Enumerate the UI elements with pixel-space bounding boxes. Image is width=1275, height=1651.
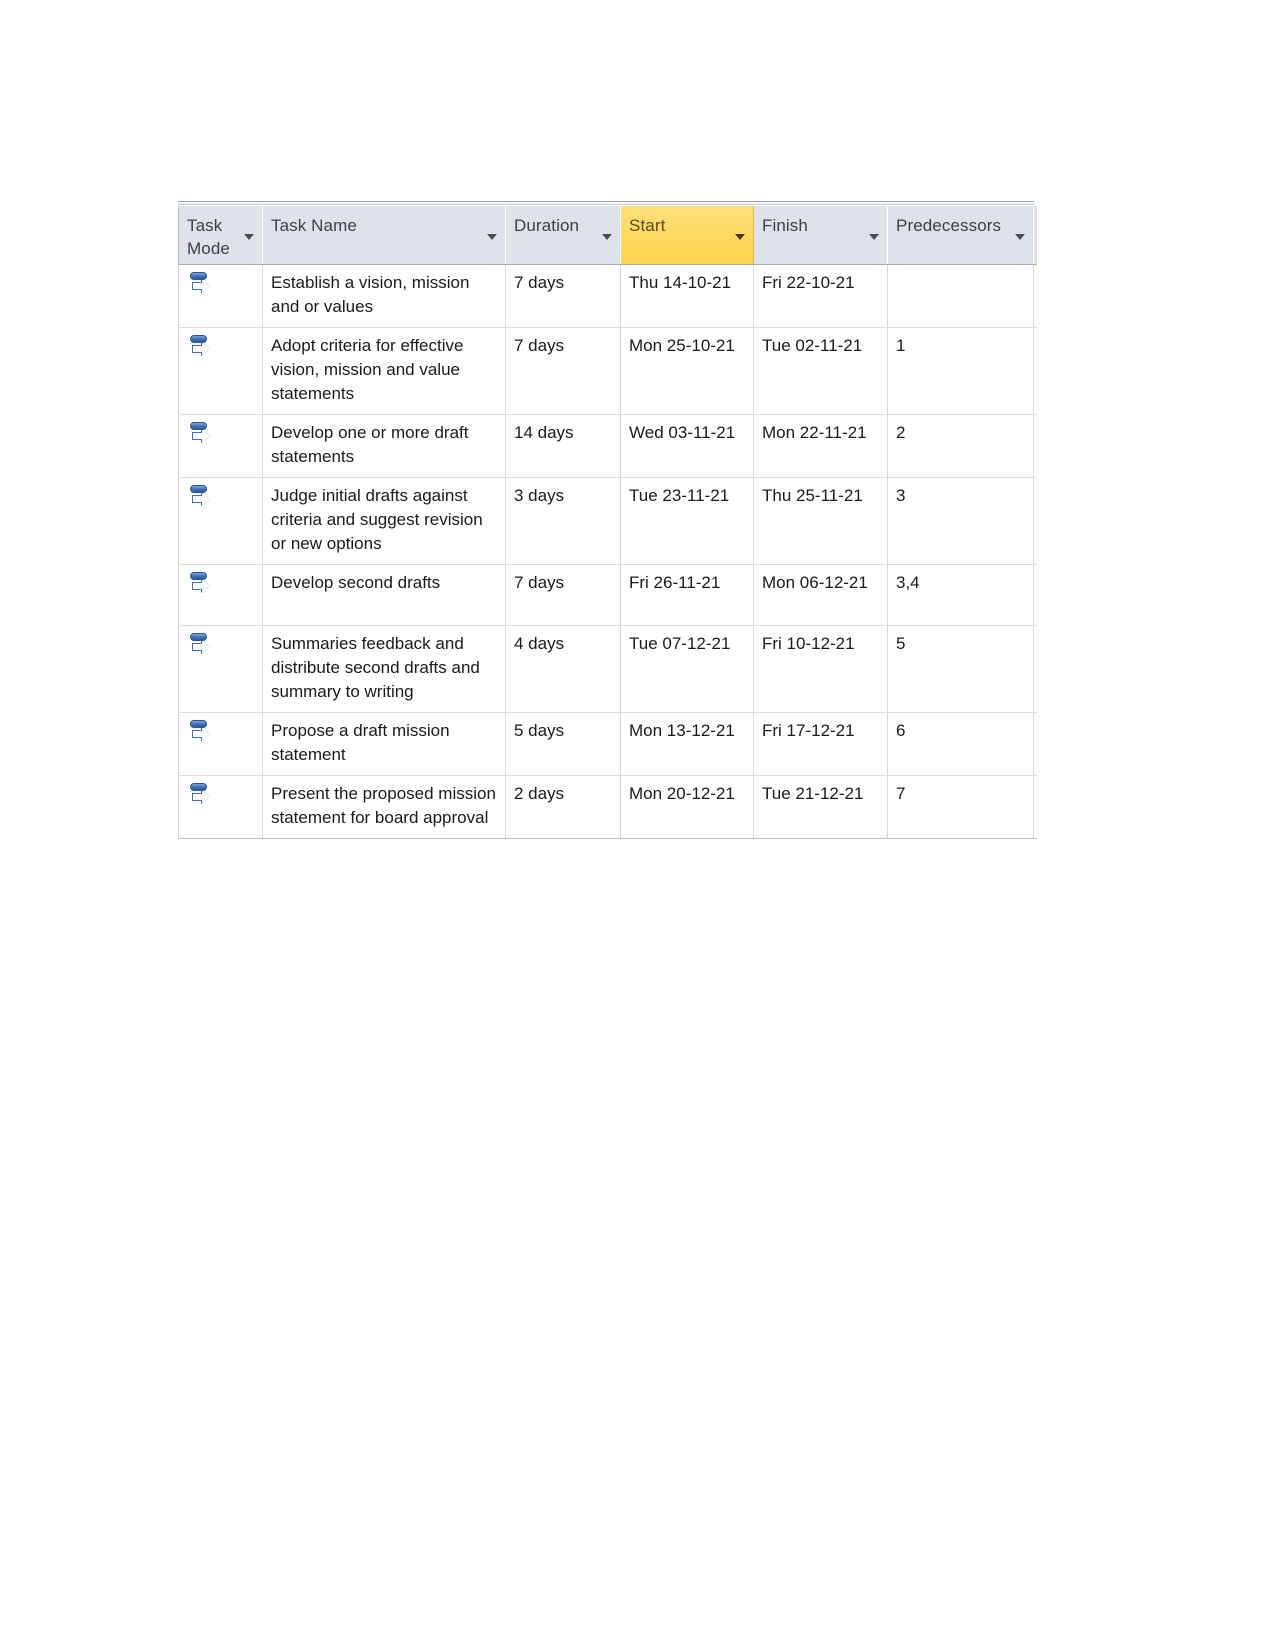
column-header-predecessors-label: Predecessors (896, 216, 1002, 235)
column-header-task-name[interactable]: Task Name (262, 206, 506, 265)
auto-scheduled-icon (188, 633, 212, 655)
cell-predecessors[interactable]: 3 (887, 477, 1034, 565)
cell-finish[interactable]: Mon 22-11-21 (753, 414, 888, 478)
cell-finish[interactable]: Fri 17-12-21 (753, 712, 888, 776)
cell-duration[interactable]: 7 days (505, 264, 621, 328)
cell-clipped (1033, 414, 1037, 478)
table-header-row: Task Mode Task Name Duration Start Finis… (178, 206, 1037, 265)
cell-start[interactable]: Wed 03-11-21 (620, 414, 754, 478)
table-row[interactable]: Propose a draft mission statement 5 days M… (178, 712, 1037, 776)
cell-clipped (1033, 264, 1037, 328)
auto-scheduled-icon (188, 335, 212, 357)
cell-task-mode[interactable] (178, 327, 263, 415)
cell-task-mode[interactable] (178, 625, 263, 713)
cell-task-mode[interactable] (178, 564, 263, 626)
auto-scheduled-icon (188, 485, 212, 507)
chevron-down-icon[interactable] (869, 234, 879, 240)
column-header-task-name-label: Task Name (271, 216, 357, 235)
auto-scheduled-icon (188, 572, 212, 594)
cell-predecessors[interactable]: 5 (887, 625, 1034, 713)
cell-clipped (1033, 775, 1037, 839)
table-row[interactable]: Develop one or more draft statements 14 d… (178, 414, 1037, 478)
cell-start[interactable]: Thu 14-10-21 (620, 264, 754, 328)
cell-task-mode[interactable] (178, 477, 263, 565)
cell-task-name[interactable]: Propose a draft mission statement (262, 712, 506, 776)
table-row[interactable]: Summaries feedback and distribute second… (178, 625, 1037, 713)
table-row[interactable]: Adopt criteria for effective vision, mis… (178, 327, 1037, 415)
column-header-task-mode[interactable]: Task Mode (178, 206, 263, 265)
table-row[interactable]: Present the proposed mission statement f… (178, 775, 1037, 839)
cell-duration[interactable]: 7 days (505, 564, 621, 626)
cell-predecessors[interactable]: 2 (887, 414, 1034, 478)
column-header-duration[interactable]: Duration (505, 206, 621, 265)
table-row[interactable]: Judge initial drafts against criteria an… (178, 477, 1037, 565)
column-header-duration-label: Duration (514, 216, 580, 235)
cell-duration[interactable]: 7 days (505, 327, 621, 415)
cell-duration[interactable]: 14 days (505, 414, 621, 478)
cell-task-name[interactable]: Develop one or more draft statements (262, 414, 506, 478)
cell-finish[interactable]: Tue 02-11-21 (753, 327, 888, 415)
cell-task-name[interactable]: Summaries feedback and distribute second… (262, 625, 506, 713)
cell-duration[interactable]: 2 days (505, 775, 621, 839)
column-header-clipped (1033, 206, 1037, 265)
cell-task-name[interactable]: Present the proposed mission statement f… (262, 775, 506, 839)
auto-scheduled-icon (188, 272, 212, 294)
cell-finish[interactable]: Thu 25-11-21 (753, 477, 888, 565)
cell-task-name[interactable]: Judge initial drafts against criteria an… (262, 477, 506, 565)
cell-duration[interactable]: 5 days (505, 712, 621, 776)
auto-scheduled-icon (188, 783, 212, 805)
cell-predecessors[interactable]: 7 (887, 775, 1034, 839)
cell-clipped (1033, 477, 1037, 565)
cell-task-mode[interactable] (178, 264, 263, 328)
chevron-down-icon[interactable] (1015, 234, 1025, 240)
cell-clipped (1033, 712, 1037, 776)
cell-task-mode[interactable] (178, 712, 263, 776)
cell-clipped (1033, 564, 1037, 626)
cell-task-mode[interactable] (178, 414, 263, 478)
cell-start[interactable]: Mon 25-10-21 (620, 327, 754, 415)
cell-task-name[interactable]: Adopt criteria for effective vision, mis… (262, 327, 506, 415)
cell-start[interactable]: Mon 13-12-21 (620, 712, 754, 776)
cell-predecessors[interactable] (887, 264, 1034, 328)
column-header-predecessors[interactable]: Predecessors (887, 206, 1034, 265)
chevron-down-icon[interactable] (487, 234, 497, 240)
column-header-finish-label: Finish (762, 216, 808, 235)
auto-scheduled-icon (188, 720, 212, 742)
cell-start[interactable]: Mon 20-12-21 (620, 775, 754, 839)
column-header-finish[interactable]: Finish (753, 206, 888, 265)
cell-clipped (1033, 327, 1037, 415)
table-body: Establish a vision, mission and or value… (178, 264, 1037, 839)
column-header-start-label: Start (629, 216, 666, 235)
chevron-down-icon[interactable] (244, 234, 254, 240)
task-table: Task Mode Task Name Duration Start Finis… (178, 206, 1037, 839)
table-row[interactable]: Develop second drafts 7 days Fri 26-11-21 M… (178, 564, 1037, 626)
cell-task-name[interactable]: Develop second drafts (262, 564, 506, 626)
cell-start[interactable]: Tue 23-11-21 (620, 477, 754, 565)
cell-start[interactable]: Fri 26-11-21 (620, 564, 754, 626)
auto-scheduled-icon (188, 422, 212, 444)
cell-predecessors[interactable]: 6 (887, 712, 1034, 776)
cell-start[interactable]: Tue 07-12-21 (620, 625, 754, 713)
table-row[interactable]: Establish a vision, mission and or value… (178, 264, 1037, 328)
chevron-down-icon[interactable] (602, 234, 612, 240)
cell-finish[interactable]: Tue 21-12-21 (753, 775, 888, 839)
cell-finish[interactable]: Fri 10-12-21 (753, 625, 888, 713)
cell-clipped (1033, 625, 1037, 713)
cell-predecessors[interactable]: 1 (887, 327, 1034, 415)
cell-finish[interactable]: Fri 22-10-21 (753, 264, 888, 328)
cell-finish[interactable]: Mon 06-12-21 (753, 564, 888, 626)
cell-predecessors[interactable]: 3,4 (887, 564, 1034, 626)
column-header-start[interactable]: Start (620, 206, 754, 265)
cell-task-mode[interactable] (178, 775, 263, 839)
cell-duration[interactable]: 3 days (505, 477, 621, 565)
cell-task-name[interactable]: Establish a vision, mission and or value… (262, 264, 506, 328)
chevron-down-icon[interactable] (735, 234, 745, 240)
column-header-task-mode-label: Task Mode (187, 216, 230, 258)
cell-duration[interactable]: 4 days (505, 625, 621, 713)
grid-split-bar[interactable] (178, 201, 1034, 205)
project-task-grid: Task Mode Task Name Duration Start Finis… (178, 206, 1037, 839)
